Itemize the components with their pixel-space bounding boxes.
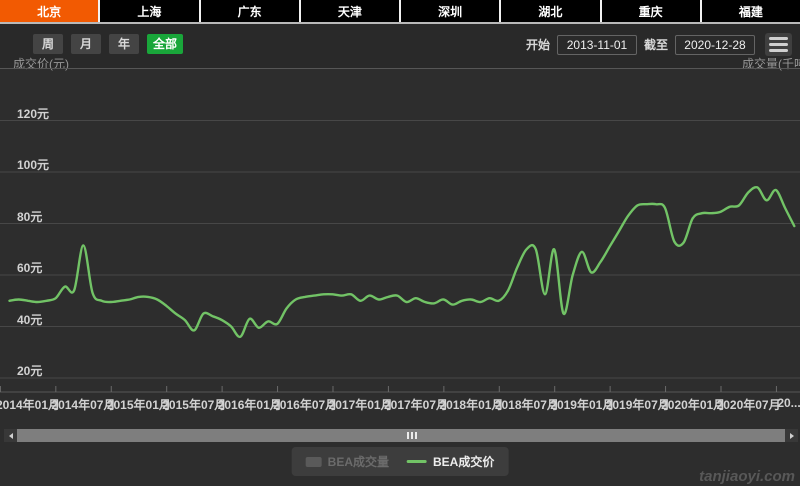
y-axis-tick-label: 40元 (17, 312, 43, 327)
period-button-group: 周月年全部 (33, 34, 184, 54)
start-date-label: 开始 (525, 38, 550, 52)
chart-legend: BEA成交量 BEA成交价 (291, 447, 509, 476)
region-tab-guangdong[interactable]: 广东 (200, 0, 301, 22)
period-button-all[interactable]: 全部 (147, 34, 184, 54)
legend-item-price[interactable]: BEA成交价 (407, 453, 494, 470)
scroll-left-arrow-icon[interactable] (4, 429, 17, 442)
period-button-month[interactable]: 月 (71, 34, 101, 54)
region-tab-beijing[interactable]: 北京 (0, 0, 101, 22)
y-axis-tick-label: 60元 (17, 261, 43, 275)
period-button-week[interactable]: 周 (33, 34, 63, 54)
y-axis-tick-label: 80元 (17, 209, 43, 224)
y-axis-tick-label: 120元 (17, 106, 50, 121)
x-axis-tick-label: 2016年07月 (273, 398, 338, 412)
region-tab-hubei[interactable]: 湖北 (501, 0, 602, 22)
region-tab-shenzhen[interactable]: 深圳 (401, 0, 502, 22)
chart-frame-top-line (0, 68, 800, 69)
site-watermark: tanjiaoyi.com (699, 468, 795, 485)
region-tab-tianjin[interactable]: 天津 (300, 0, 401, 22)
legend-label: BEA成交量 (327, 455, 389, 469)
x-axis-tick-label: 2018年07月 (494, 398, 559, 412)
end-date-input[interactable] (675, 34, 755, 55)
legend-label: BEA成交价 (433, 455, 495, 469)
region-tab-shanghai[interactable]: 上海 (100, 0, 201, 22)
region-tab-fujian[interactable]: 福建 (701, 0, 800, 22)
region-tab-chongqing[interactable]: 重庆 (601, 0, 702, 22)
hamburger-menu-icon[interactable] (765, 33, 792, 56)
line-swatch-icon (407, 460, 427, 463)
x-axis-tick-label: 20... (777, 396, 800, 410)
period-button-year[interactable]: 年 (109, 34, 139, 54)
bar-swatch-icon (305, 456, 322, 467)
date-range-controls: 开始 截至 (526, 33, 792, 56)
scroll-right-arrow-icon[interactable] (785, 429, 798, 442)
x-axis-tick-label: 2019年07月 (605, 398, 670, 412)
region-tabs-bar: 北京 上海 广东 天津 深圳 湖北 重庆 福建 (0, 0, 800, 24)
legend-item-volume[interactable]: BEA成交量 (305, 453, 389, 470)
x-axis-tick-label: 2015年07月 (162, 398, 227, 412)
chart-toolbar: 周月年全部 开始 截至 (0, 24, 800, 68)
right-axis-title: 成交量(千吨) (742, 57, 800, 71)
scrollbar-grip-icon (407, 432, 417, 439)
y-axis-tick-label: 100元 (17, 158, 50, 172)
price-line-series (8, 185, 796, 339)
price-line-chart (0, 120, 800, 393)
left-axis-title: 成交价(元) (13, 57, 69, 71)
x-axis-tick-label: 2014年07月 (51, 398, 116, 412)
start-date-input[interactable] (556, 34, 637, 55)
end-date-label: 截至 (643, 38, 668, 52)
scrollbar-thumb[interactable] (17, 429, 785, 442)
chart-horizontal-scrollbar[interactable] (4, 429, 798, 442)
x-axis-tick-label: 2017年07月 (383, 398, 449, 412)
x-axis-tick-label: 2020年07月 (716, 398, 781, 412)
y-axis-tick-label: 20元 (17, 364, 43, 378)
